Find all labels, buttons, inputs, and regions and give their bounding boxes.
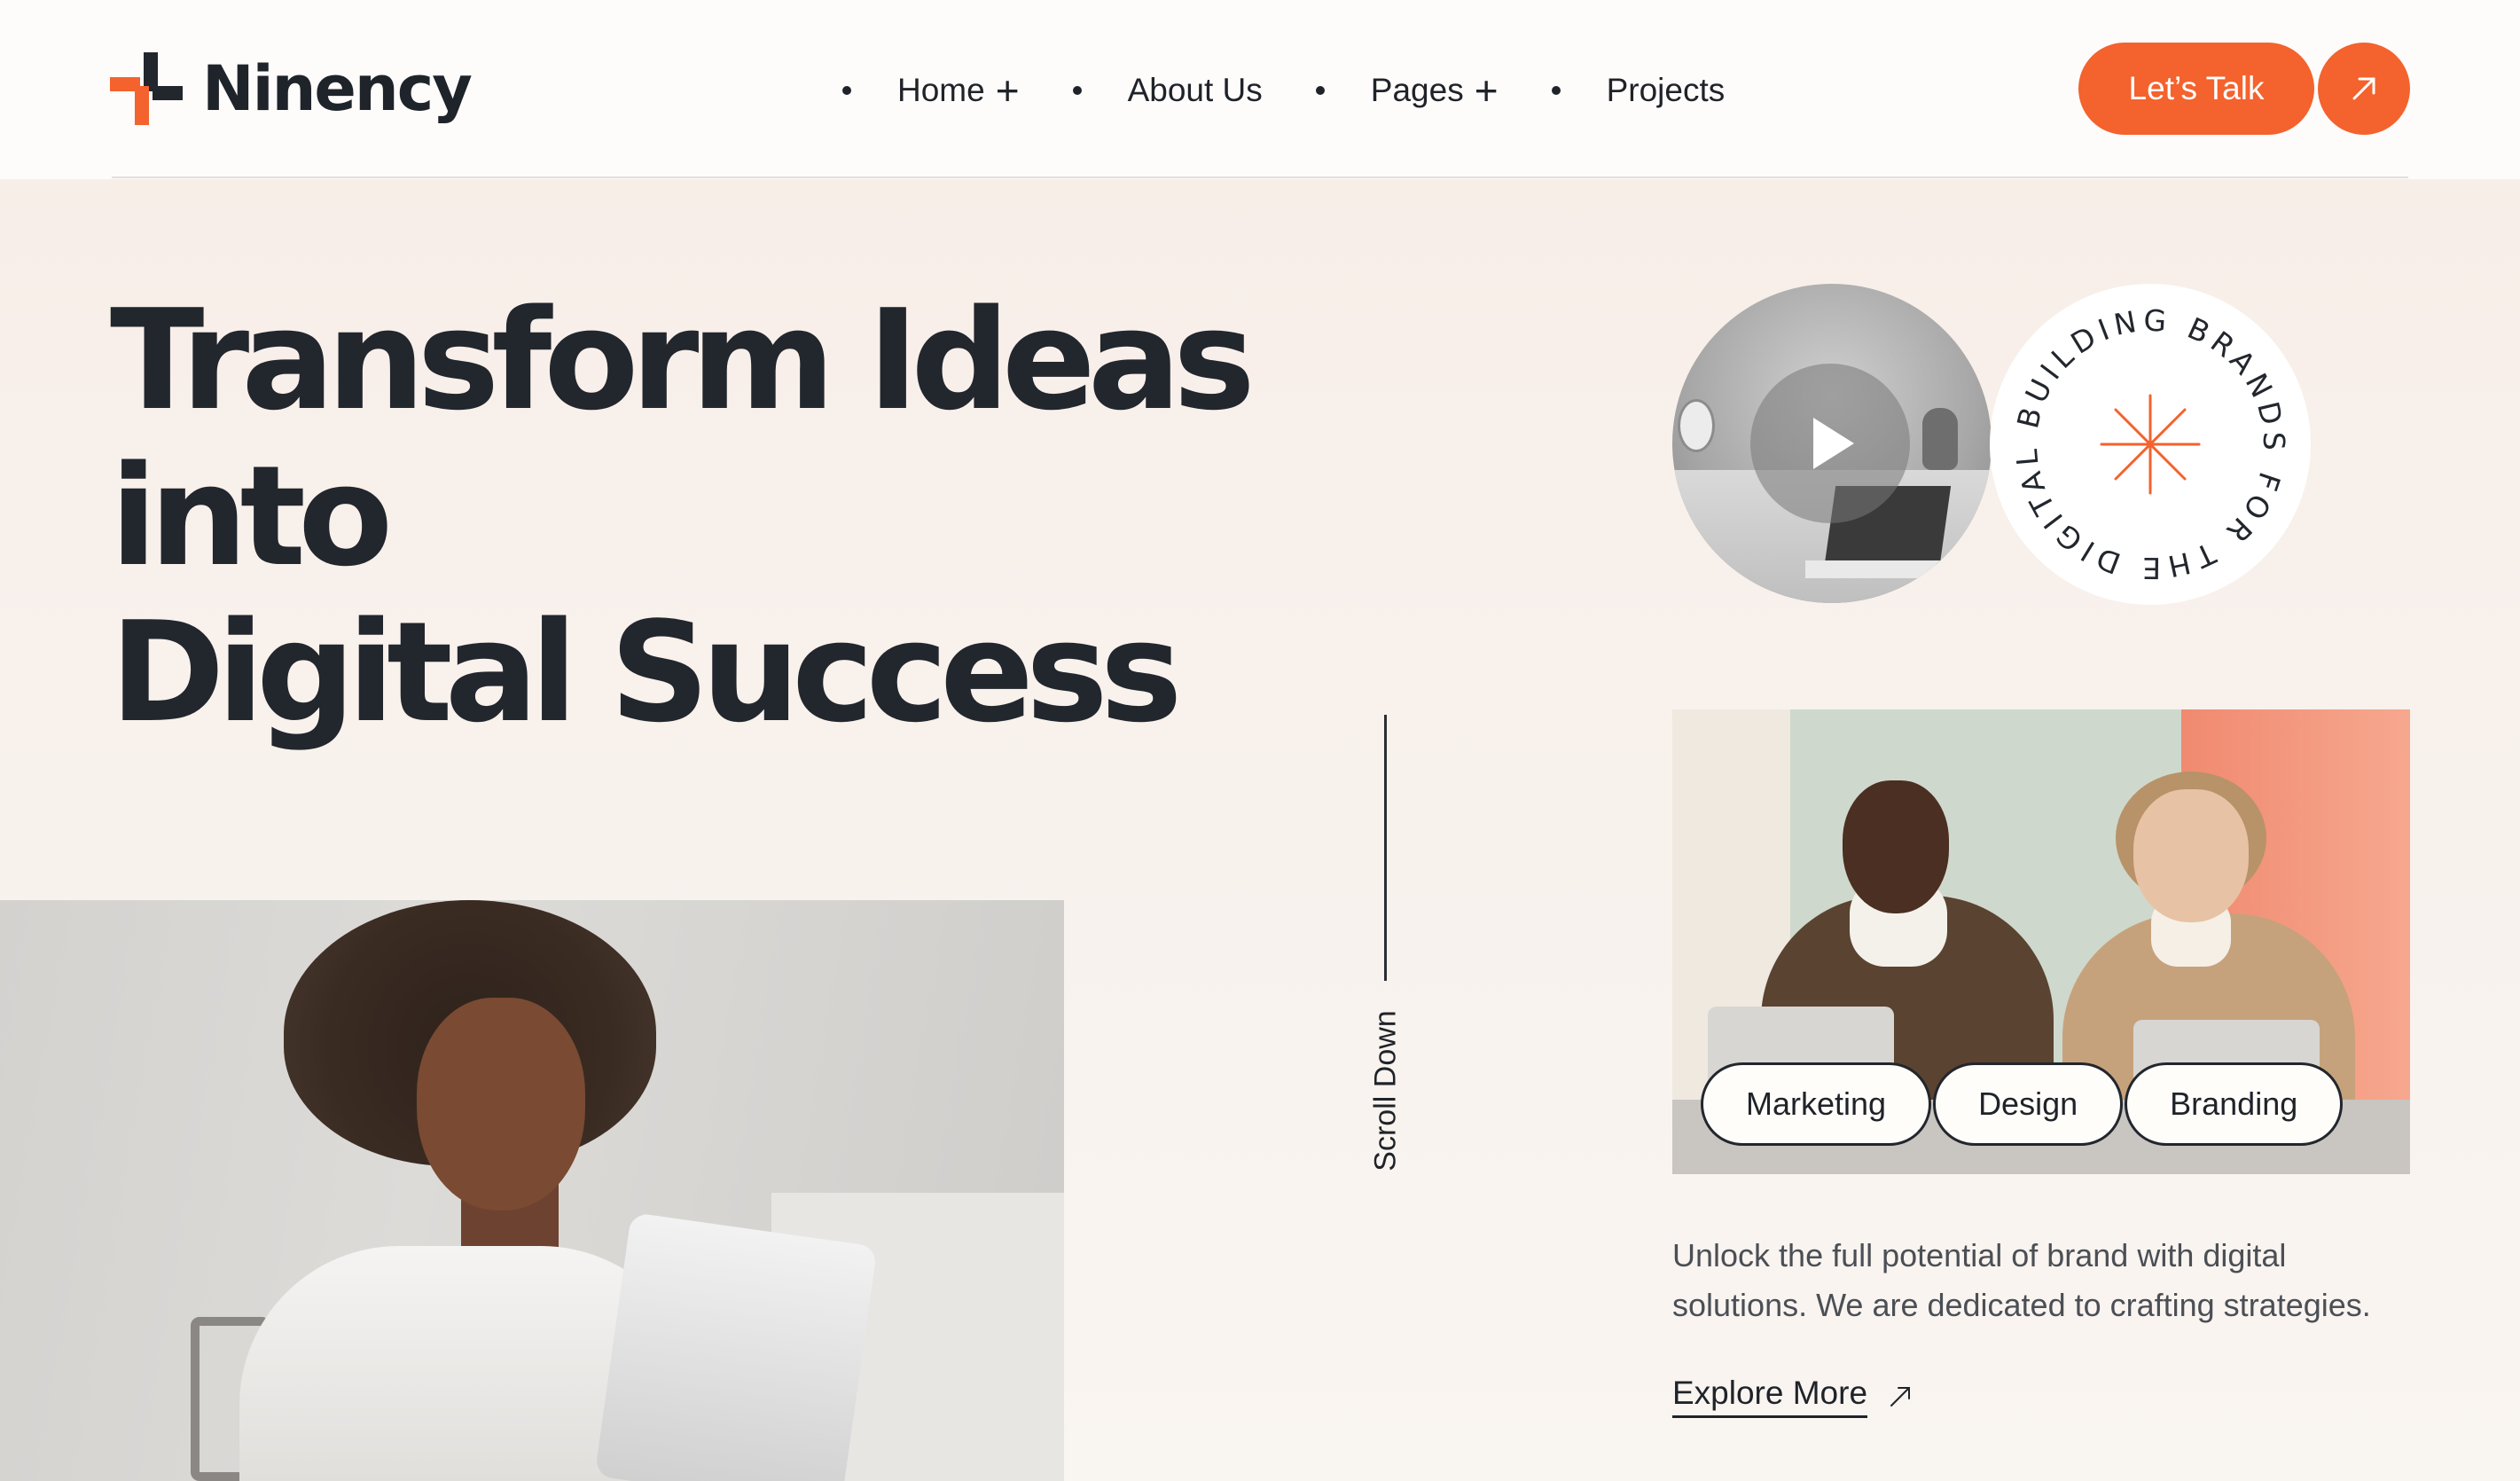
play-button[interactable] [1750, 364, 1910, 523]
video-thumbnail[interactable] [1672, 284, 1992, 603]
logo-mark-icon [110, 52, 183, 125]
face-image [417, 998, 585, 1211]
hero-photo-woman [0, 900, 1064, 1481]
nav-item-label: About Us [1127, 72, 1263, 108]
clock-image [1678, 399, 1715, 452]
laptop-image [594, 1211, 878, 1481]
main-nav: Home + About Us Pages + Projects [842, 59, 1725, 122]
asterisk-icon [2100, 394, 2201, 495]
arrow-up-right-icon [2352, 77, 2375, 100]
site-header: Ninency Home + About Us Pages + Projects… [0, 0, 2520, 179]
header-divider [112, 176, 2408, 178]
nav-item-label: Projects [1606, 72, 1726, 108]
intro-description-line: solutions. We are dedicated to crafting … [1672, 1287, 2371, 1323]
hero-title: Transform Ideas into Digital Success [110, 282, 1529, 750]
bullet-icon [1072, 86, 1082, 95]
explore-more-link[interactable]: Explore More [1672, 1375, 1913, 1418]
hero-title-line: Digital Success [110, 592, 1183, 753]
nav-item-label: Home [897, 72, 985, 108]
tag-design[interactable]: Design [1933, 1062, 2124, 1146]
vase-image [1922, 408, 1958, 470]
scroll-line [1384, 715, 1387, 981]
nav-item-projects[interactable]: Projects [1551, 72, 1726, 109]
hero-title-line: Transform Ideas into [110, 279, 1256, 597]
service-tags: Marketing Design Branding [1701, 1062, 2344, 1146]
bullet-icon [1551, 86, 1561, 95]
tag-branding[interactable]: Branding [2125, 1062, 2344, 1146]
play-icon [1813, 418, 1854, 469]
scroll-down-link[interactable]: Scroll Down [1369, 1010, 1404, 1171]
arrow-up-right-icon [1890, 1386, 1911, 1407]
intro-description-line: Unlock the full potential of brand with … [1672, 1237, 2287, 1273]
brand-name: Ninency [202, 52, 473, 125]
plus-icon: + [995, 67, 1020, 114]
lets-talk-arrow-button[interactable] [2318, 43, 2410, 135]
nav-item-label: Pages [1370, 72, 1464, 108]
intro-description: Unlock the full potential of brand with … [1672, 1231, 2408, 1330]
lets-talk-button[interactable]: Let’s Talk [2078, 43, 2314, 135]
nav-item-about-us[interactable]: About Us [1072, 72, 1263, 109]
laptop-base-image [1805, 560, 1965, 578]
man-head-image [1843, 780, 1949, 913]
nav-item-pages[interactable]: Pages + [1315, 67, 1499, 114]
woman-head-image [2133, 789, 2249, 922]
plus-icon: + [1474, 67, 1499, 114]
bullet-icon [1315, 86, 1325, 95]
tag-marketing[interactable]: Marketing [1701, 1062, 1932, 1146]
badge-graphic: BUILDING BRANDS FOR THE DIGITAL AGE [1976, 256, 2286, 585]
explore-more-label: Explore More [1672, 1375, 1868, 1418]
nav-item-home[interactable]: Home + [842, 70, 1020, 111]
logo[interactable]: Ninency [110, 50, 473, 128]
rotating-badge: BUILDING BRANDS FOR THE DIGITAL AGE [1976, 256, 2311, 605]
bullet-icon [842, 86, 851, 95]
